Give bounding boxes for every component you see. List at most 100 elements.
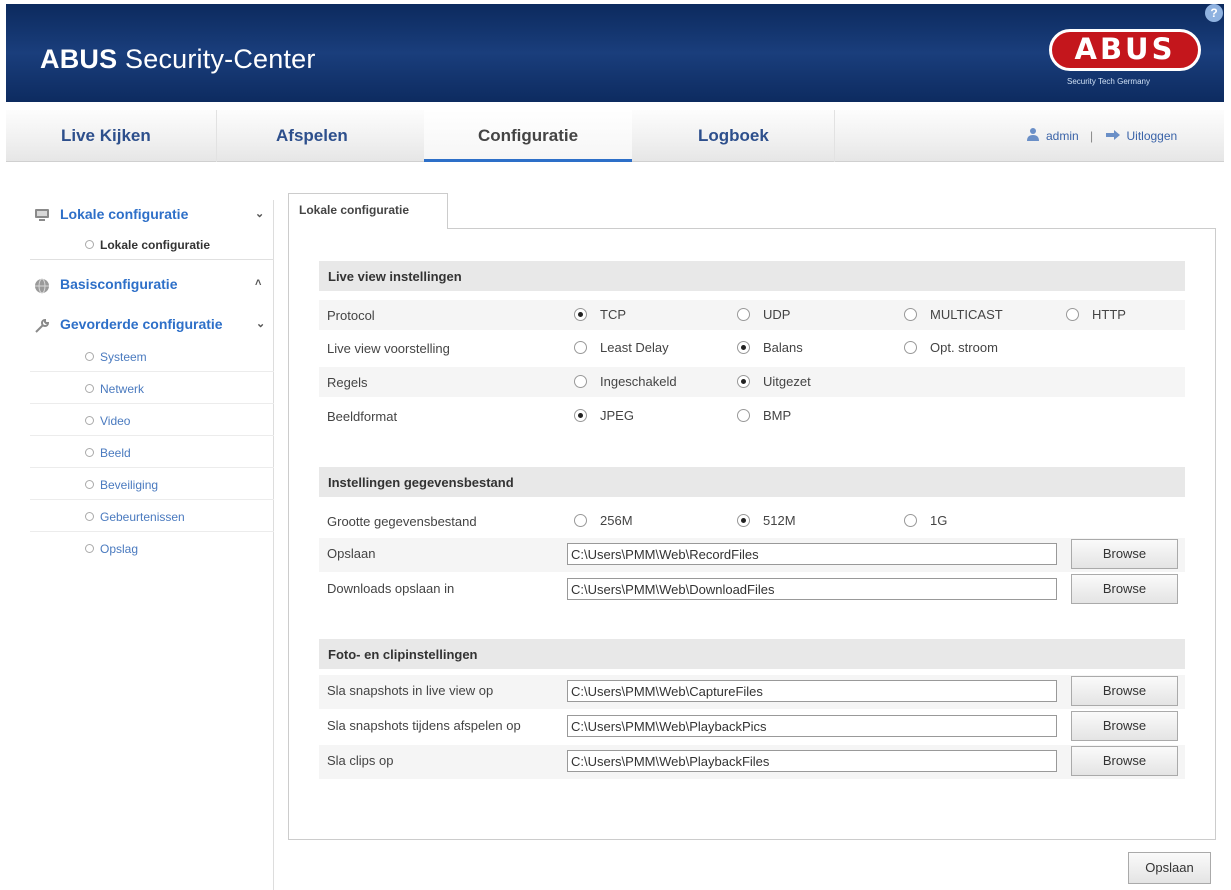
sidebar-section-advanced[interactable]: Gevorderde configuratie ⌄ bbox=[30, 310, 274, 340]
radio-icon bbox=[737, 409, 750, 422]
radio-selected-icon bbox=[574, 308, 587, 321]
sidebar-section-basic[interactable]: Basisconfiguratie ˄ bbox=[30, 270, 274, 300]
sidebar-item-label: Opslag bbox=[100, 542, 139, 556]
user-name[interactable]: admin bbox=[1046, 129, 1079, 143]
sidebar-item-opslag[interactable]: Opslag bbox=[30, 534, 274, 564]
radio-icon bbox=[737, 308, 750, 321]
section-title-files: Instellingen gegevensbestand bbox=[319, 467, 1185, 497]
sidebar-item-label: Gebeurtenissen bbox=[100, 510, 185, 524]
sidebar-section-label: Basisconfiguratie bbox=[60, 276, 178, 292]
sidebar-item-netwerk[interactable]: Netwerk bbox=[30, 374, 274, 404]
logout-icon bbox=[1105, 111, 1121, 163]
rules-label: Regels bbox=[327, 375, 368, 390]
sidebar-item-label: Netwerk bbox=[100, 382, 145, 396]
browse-button[interactable]: Browse bbox=[1071, 539, 1178, 569]
logo-tagline: Security Tech Germany bbox=[1067, 77, 1150, 86]
format-row: Beeldformat JPEG BMP bbox=[319, 401, 1185, 431]
radio-icon bbox=[574, 341, 587, 354]
snap-play-row: Sla snapshots tijdens afspelen op C:\Use… bbox=[319, 710, 1185, 744]
radio-selected-icon bbox=[737, 375, 750, 388]
downloads-path-field[interactable]: C:\Users\PMM\Web\DownloadFiles bbox=[567, 578, 1057, 600]
section-title-live-view: Live view instellingen bbox=[319, 261, 1185, 291]
save-path-label: Opslaan bbox=[327, 546, 376, 561]
bullet-icon bbox=[85, 416, 94, 425]
bullet-icon bbox=[85, 512, 94, 521]
radio-label: BMP bbox=[763, 408, 792, 423]
radio-label: Opt. stroom bbox=[930, 340, 998, 355]
sidebar-item-systeem[interactable]: Systeem bbox=[30, 342, 274, 372]
chevron-up-icon: ˄ bbox=[255, 277, 262, 289]
app-title-rest: Security-Center bbox=[125, 44, 316, 74]
radio-label: Uitgezet bbox=[763, 374, 811, 389]
rules-row: Regels Ingeschakeld Uitgezet bbox=[319, 367, 1185, 397]
file-size-row: Grootte gegevensbestand 256M 512M 1G bbox=[319, 506, 1185, 536]
logo-text: ABUS bbox=[1074, 32, 1176, 66]
radio-label: HTTP bbox=[1092, 307, 1126, 322]
globe-icon bbox=[34, 278, 50, 294]
browse-button[interactable]: Browse bbox=[1071, 574, 1178, 604]
sidebar-item-video[interactable]: Video bbox=[30, 406, 274, 436]
snap-live-row: Sla snapshots in live view op C:\Users\P… bbox=[319, 675, 1185, 709]
radio-label: 1G bbox=[930, 513, 948, 528]
radio-label: Least Delay bbox=[600, 340, 669, 355]
wrench-icon bbox=[34, 318, 50, 333]
snap-play-path-field[interactable]: C:\Users\PMM\Web\PlaybackPics bbox=[567, 715, 1057, 737]
tab-configuratie[interactable]: Configuratie bbox=[424, 110, 632, 162]
radio-selected-icon bbox=[737, 514, 750, 527]
snap-live-label: Sla snapshots in live view op bbox=[327, 683, 494, 698]
snap-play-label: Sla snapshots tijdens afspelen op bbox=[327, 718, 521, 733]
radio-icon bbox=[904, 341, 917, 354]
browse-button[interactable]: Browse bbox=[1071, 711, 1178, 741]
bullet-icon bbox=[85, 448, 94, 457]
sidebar-item-beeld[interactable]: Beeld bbox=[30, 438, 274, 468]
bullet-icon bbox=[85, 544, 94, 553]
tab-afspelen[interactable]: Afspelen bbox=[276, 110, 348, 162]
radio-selected-icon bbox=[737, 341, 750, 354]
downloads-path-label: Downloads opslaan in bbox=[327, 581, 455, 596]
radio-label: JPEG bbox=[600, 408, 634, 423]
browse-button[interactable]: Browse bbox=[1071, 676, 1178, 706]
radio-icon bbox=[904, 514, 917, 527]
logout-link[interactable]: Uitloggen bbox=[1127, 129, 1178, 143]
browse-button[interactable]: Browse bbox=[1071, 746, 1178, 776]
sidebar-item-lokale-configuratie[interactable]: Lokale configuratie bbox=[30, 230, 274, 260]
sidebar-item-beveiliging[interactable]: Beveiliging bbox=[30, 470, 274, 500]
sidebar-section-label: Gevorderde configuratie bbox=[60, 316, 223, 332]
sidebar-item-label: Beveiliging bbox=[100, 478, 159, 492]
performance-label: Live view voorstelling bbox=[327, 341, 450, 356]
save-button[interactable]: Opslaan bbox=[1128, 852, 1211, 884]
nav-divider bbox=[216, 110, 217, 162]
clips-path-field[interactable]: C:\Users\PMM\Web\PlaybackFiles bbox=[567, 750, 1057, 772]
user-icon bbox=[1026, 111, 1040, 163]
protocol-row: Protocol TCP UDP MULTICAST HTTP bbox=[319, 300, 1185, 330]
app-title-brand: ABUS bbox=[40, 44, 118, 74]
clips-row: Sla clips op C:\Users\PMM\Web\PlaybackFi… bbox=[319, 745, 1185, 779]
main-nav: Live Kijken Afspelen Configuratie Logboe… bbox=[6, 110, 1224, 162]
radio-icon bbox=[904, 308, 917, 321]
save-path-field[interactable]: C:\Users\PMM\Web\RecordFiles bbox=[567, 543, 1057, 565]
performance-row: Live view voorstelling Least Delay Balan… bbox=[319, 333, 1185, 363]
sidebar-item-label: Systeem bbox=[100, 350, 147, 364]
radio-label: 256M bbox=[600, 513, 633, 528]
sidebar: Lokale configuratie ⌄ Lokale configurati… bbox=[30, 200, 274, 890]
tab-lokale-configuratie[interactable]: Lokale configuratie bbox=[288, 193, 448, 229]
file-size-label: Grootte gegevensbestand bbox=[327, 514, 477, 529]
section-title-clips: Foto- en clipinstellingen bbox=[319, 639, 1185, 669]
format-label: Beeldformat bbox=[327, 409, 398, 424]
nav-divider bbox=[834, 110, 835, 162]
downloads-path-row: Downloads opslaan in C:\Users\PMM\Web\Do… bbox=[319, 573, 1185, 607]
snap-live-path-field[interactable]: C:\Users\PMM\Web\CaptureFiles bbox=[567, 680, 1057, 702]
tab-live-kijken[interactable]: Live Kijken bbox=[61, 110, 151, 162]
sidebar-item-gebeurtenissen[interactable]: Gebeurtenissen bbox=[30, 502, 274, 532]
tab-logboek[interactable]: Logboek bbox=[698, 110, 769, 162]
clips-label: Sla clips op bbox=[327, 753, 394, 768]
config-panel: Live view instellingen Protocol TCP UDP … bbox=[288, 228, 1216, 840]
bullet-icon bbox=[85, 384, 94, 393]
app-header: ABUS Security-Center ABUS Security Tech … bbox=[6, 4, 1224, 102]
help-icon[interactable]: ? bbox=[1205, 4, 1223, 22]
radio-label: UDP bbox=[763, 307, 791, 322]
radio-icon bbox=[574, 375, 587, 388]
user-separator: | bbox=[1090, 129, 1094, 143]
radio-label: Balans bbox=[763, 340, 803, 355]
sidebar-section-local[interactable]: Lokale configuratie ⌄ bbox=[30, 200, 274, 230]
